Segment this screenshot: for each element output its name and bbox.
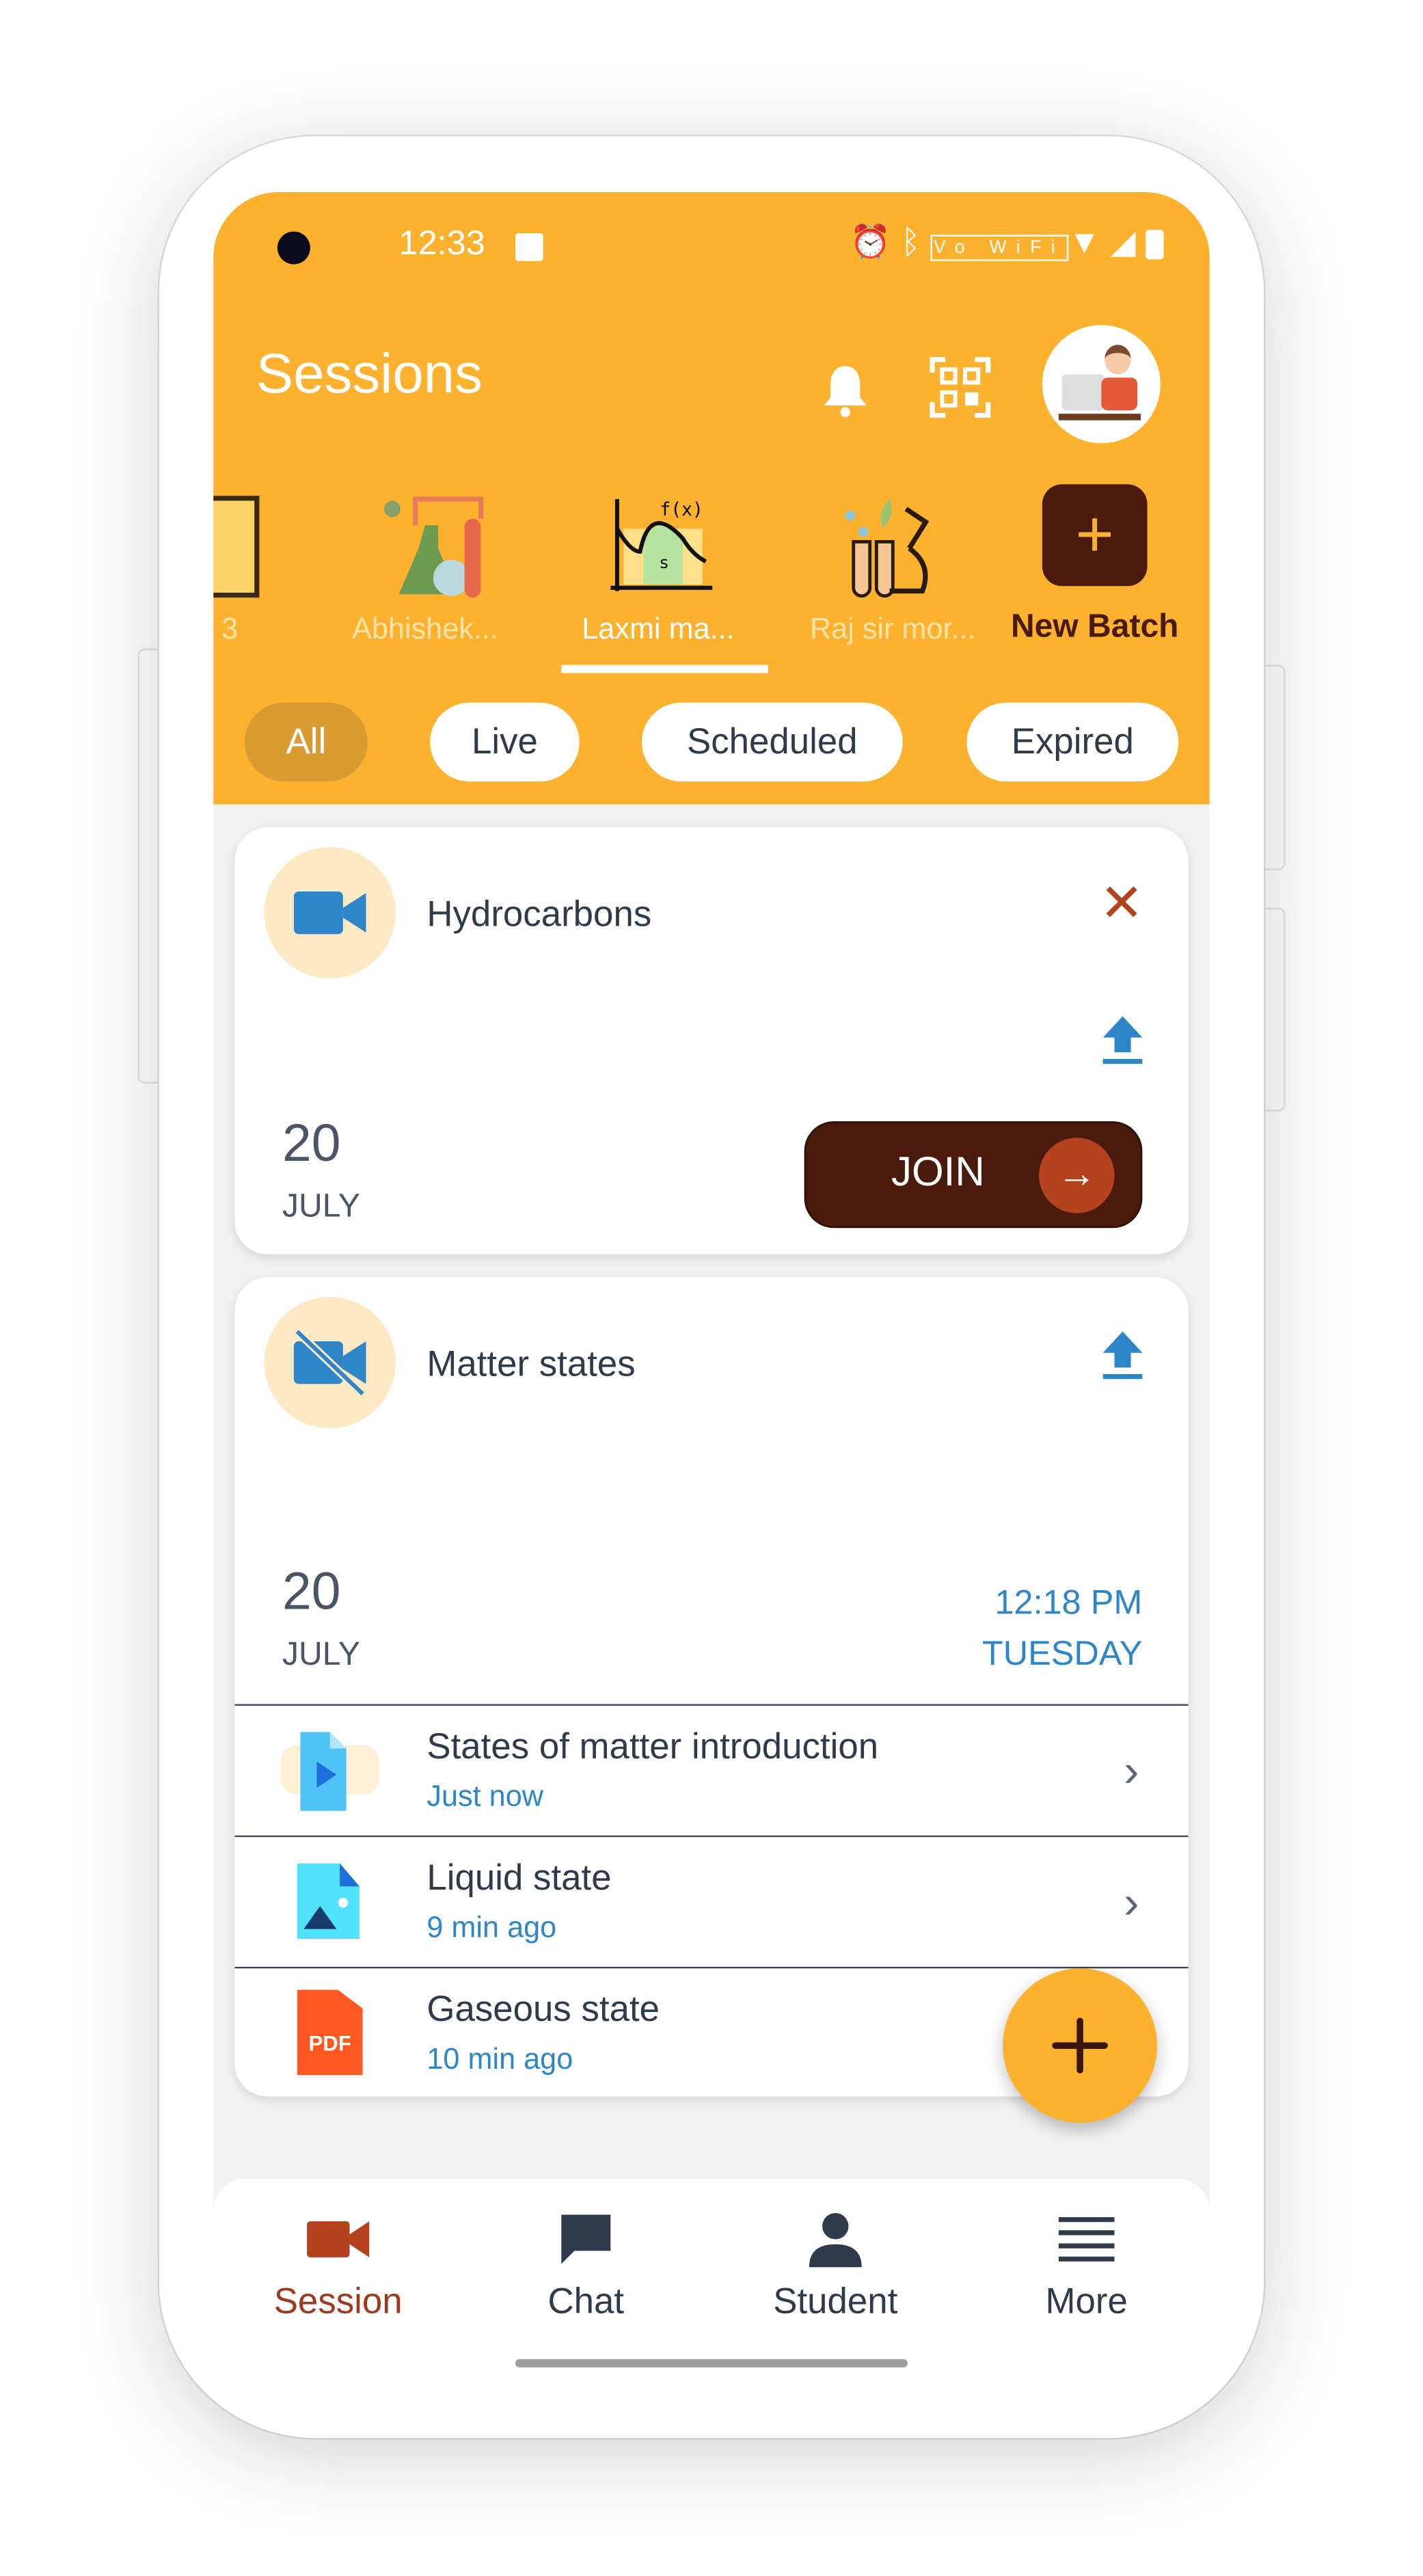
- session-icon-circle: [264, 847, 396, 979]
- session-month: JULY: [282, 1188, 360, 1225]
- bottom-nav: Session Chat Student More: [213, 2178, 1210, 2381]
- header: 12:33 ⏰ᛒ Vo WiFi ▼◢ Sessions 3 Abhishek...…: [213, 191, 1210, 805]
- filter-all[interactable]: All: [244, 702, 368, 782]
- new-batch-label[interactable]: New Batch: [988, 609, 1202, 647]
- plus-icon: +: [1075, 499, 1114, 572]
- session-month: JULY: [282, 1637, 360, 1674]
- close-icon[interactable]: ✕: [1100, 876, 1143, 929]
- upload-icon[interactable]: [1101, 1331, 1143, 1381]
- filter-live[interactable]: Live: [430, 702, 580, 782]
- svg-text:f(x): f(x): [660, 499, 703, 520]
- session-weekday: TUESDAY: [981, 1635, 1143, 1674]
- new-batch-button[interactable]: +: [1042, 484, 1148, 587]
- session-card[interactable]: Hydrocarbons ✕ 20 JULY JOIN →: [234, 827, 1189, 1255]
- add-fab-button[interactable]: [1003, 1968, 1157, 2123]
- nav-session[interactable]: Session: [215, 2179, 461, 2343]
- video-file-icon: [280, 1732, 379, 1811]
- avatar[interactable]: [1042, 325, 1161, 444]
- nav-label: Session: [273, 2280, 403, 2322]
- batch-tab-1[interactable]: Abhishek...: [319, 613, 532, 647]
- svg-text:s: s: [660, 553, 668, 572]
- math-function-icon[interactable]: f(x) s: [610, 496, 716, 598]
- session-icon-circle: [264, 1297, 396, 1429]
- filter-scheduled[interactable]: Scheduled: [641, 702, 903, 782]
- menu-icon: [1058, 2217, 1115, 2262]
- nav-chat[interactable]: Chat: [463, 2179, 709, 2343]
- signal-icon: ◢: [1110, 224, 1146, 261]
- person-icon: [809, 2213, 862, 2268]
- chevron-right-icon[interactable]: ›: [1124, 1877, 1139, 1929]
- battery-icon: [1146, 229, 1164, 259]
- file-row[interactable]: States of matter introduction Just now ›: [234, 1704, 1189, 1836]
- join-label: JOIN: [891, 1149, 985, 1196]
- qr-scan-icon[interactable]: [929, 356, 991, 418]
- camera-hole: [277, 231, 310, 265]
- arrow-right-icon: →: [1039, 1138, 1115, 1213]
- vowifi-icon: Vo WiFi: [930, 234, 1068, 261]
- filter-expired[interactable]: Expired: [966, 702, 1179, 782]
- image-file-icon: [297, 1863, 360, 1940]
- active-tab-indicator: [561, 665, 768, 673]
- status-icons: ⏰ᛒ Vo WiFi ▼◢: [850, 222, 1164, 263]
- plus-icon: [1052, 2017, 1108, 2074]
- chevron-right-icon[interactable]: ›: [1124, 1745, 1139, 1798]
- join-button[interactable]: JOIN →: [804, 1121, 1143, 1229]
- session-title: Hydrocarbons: [426, 893, 652, 935]
- nav-more[interactable]: More: [964, 2179, 1210, 2343]
- file-row[interactable]: Liquid state 9 min ago ›: [234, 1835, 1189, 1967]
- session-card[interactable]: Matter states 20 JULY 12:18 PM TUESDAY S…: [234, 1277, 1189, 2097]
- file-title: Liquid state: [426, 1856, 612, 1899]
- volume-button: [1260, 665, 1286, 870]
- home-indicator[interactable]: [515, 2359, 908, 2367]
- batch-icon-math-book[interactable]: [213, 496, 260, 598]
- chemistry-flask-icon[interactable]: [383, 492, 488, 600]
- bluetooth-icon: ᛒ: [901, 224, 931, 261]
- chat-icon: [561, 2214, 611, 2264]
- session-day: 20: [282, 1113, 341, 1172]
- nav-label: Chat: [547, 2280, 625, 2322]
- file-time: 9 min ago: [426, 1911, 557, 1944]
- video-off-icon: [293, 1330, 366, 1396]
- session-title: Matter states: [426, 1343, 636, 1384]
- file-title: Gaseous state: [426, 1988, 660, 2030]
- file-title: States of matter introduction: [426, 1725, 879, 1767]
- session-day: 20: [282, 1561, 341, 1621]
- pdf-label: PDF: [308, 2030, 351, 2056]
- video-camera-icon: [293, 891, 366, 935]
- batch-tab-0[interactable]: 3: [213, 613, 238, 647]
- file-time: Just now: [426, 1780, 543, 1813]
- nav-label: Student: [773, 2280, 898, 2322]
- gallery-notification-icon: [515, 232, 543, 261]
- file-time: 10 min ago: [426, 2042, 573, 2076]
- wifi-icon: ▼: [1068, 224, 1111, 261]
- alarm-icon: ⏰: [850, 224, 902, 261]
- bell-icon[interactable]: [821, 363, 870, 419]
- batch-tab-2[interactable]: Laxmi ma...: [552, 613, 765, 647]
- science-microscope-icon[interactable]: [841, 492, 946, 600]
- session-time: 12:18 PM: [994, 1584, 1143, 1622]
- screen: 12:33 ⏰ᛒ Vo WiFi ▼◢ Sessions 3 Abhishek...…: [213, 191, 1210, 2381]
- batch-tab-3[interactable]: Raj sir mor...: [786, 613, 999, 647]
- status-time: 12:33: [398, 224, 485, 263]
- power-button: [1260, 907, 1286, 1112]
- nav-label: More: [1045, 2280, 1128, 2322]
- video-camera-icon: [307, 2221, 370, 2257]
- pdf-file-icon: PDF: [297, 1989, 363, 2076]
- upload-icon[interactable]: [1101, 1016, 1143, 1065]
- page-title: Sessions: [256, 343, 483, 406]
- nav-student[interactable]: Student: [712, 2179, 958, 2343]
